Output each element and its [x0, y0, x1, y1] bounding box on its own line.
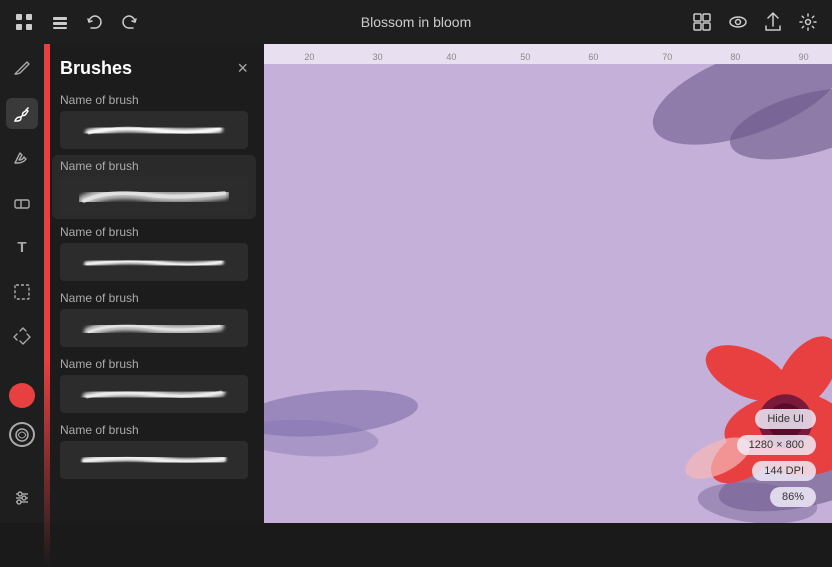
- brush-panel: Brushes × Name of brush: [44, 44, 264, 523]
- ruler-mark: 20: [304, 52, 314, 62]
- brush-item[interactable]: Name of brush: [52, 221, 256, 285]
- eye-icon[interactable]: [728, 12, 748, 32]
- brush-item[interactable]: Name of brush: [52, 353, 256, 417]
- dimensions-badge: 1280 × 800: [737, 435, 816, 455]
- brush-item[interactable]: Name of brush: [52, 419, 256, 483]
- brush-preview: [60, 111, 248, 149]
- ruler-mark: 40: [446, 52, 456, 62]
- ruler-mark: 60: [588, 52, 598, 62]
- settings-icon[interactable]: [798, 12, 818, 32]
- brush-preview: [60, 243, 248, 281]
- canvas-area[interactable]: 20 30 40 50 60 70 80 90: [264, 44, 832, 523]
- ruler-mark: 80: [730, 52, 740, 62]
- brush-list: Name of brush Name of brush: [44, 89, 264, 523]
- transform-tool[interactable]: [6, 321, 38, 351]
- brush-item-name: Name of brush: [60, 225, 248, 239]
- ruler-mark: 70: [662, 52, 672, 62]
- draw-tool[interactable]: [6, 54, 38, 84]
- hide-ui-badge[interactable]: Hide UI: [755, 409, 816, 429]
- layers-icon[interactable]: [50, 12, 70, 32]
- smudge-tool[interactable]: [6, 143, 38, 173]
- topbar-title: Blossom in bloom: [361, 14, 472, 30]
- ruler-mark: 50: [520, 52, 530, 62]
- dpi-badge: 144 DPI: [752, 461, 816, 481]
- brush-item[interactable]: Name of brush: [52, 89, 256, 153]
- brush-tool[interactable]: [6, 98, 38, 128]
- erase-tool[interactable]: [6, 187, 38, 217]
- brush-item-name: Name of brush: [60, 93, 248, 107]
- grid-icon[interactable]: [14, 12, 34, 32]
- topbar: Blossom in bloom: [0, 0, 832, 44]
- ruler-top: 20 30 40 50 60 70 80 90: [264, 44, 832, 64]
- redo-icon[interactable]: [120, 13, 138, 31]
- primary-color-swatch[interactable]: [9, 383, 35, 408]
- topbar-right: [692, 12, 818, 32]
- brush-item[interactable]: Name of brush: [52, 287, 256, 351]
- brush-preview: [60, 177, 248, 215]
- brush-preview: [60, 309, 248, 347]
- ruler-mark: 90: [799, 52, 809, 62]
- brush-panel-title: Brushes: [60, 58, 132, 79]
- brush-panel-header: Brushes ×: [44, 44, 264, 89]
- topbar-left: [14, 12, 138, 32]
- secondary-color-swatch[interactable]: [9, 422, 35, 447]
- gallery-icon[interactable]: [692, 12, 712, 32]
- brush-preview: [60, 375, 248, 413]
- close-brush-panel-button[interactable]: ×: [237, 58, 248, 79]
- zoom-badge: 86%: [770, 487, 816, 507]
- left-toolbar: T: [0, 44, 44, 523]
- brush-item-name: Name of brush: [60, 291, 248, 305]
- sliders-icon[interactable]: [6, 483, 38, 513]
- undo-icon[interactable]: [86, 13, 104, 31]
- red-accent-bar: [44, 44, 50, 567]
- brush-preview: [60, 441, 248, 479]
- lasso-tool[interactable]: [6, 276, 38, 306]
- info-badges: Hide UI 1280 × 800 144 DPI 86%: [737, 409, 816, 507]
- brush-item-name: Name of brush: [60, 159, 248, 173]
- ruler-mark: 30: [373, 52, 383, 62]
- brush-item[interactable]: Name of brush: [52, 155, 256, 219]
- share-icon[interactable]: [764, 12, 782, 32]
- brush-item-name: Name of brush: [60, 357, 248, 371]
- main-area: T: [0, 44, 832, 523]
- text-tool[interactable]: T: [6, 232, 38, 262]
- brush-item-name: Name of brush: [60, 423, 248, 437]
